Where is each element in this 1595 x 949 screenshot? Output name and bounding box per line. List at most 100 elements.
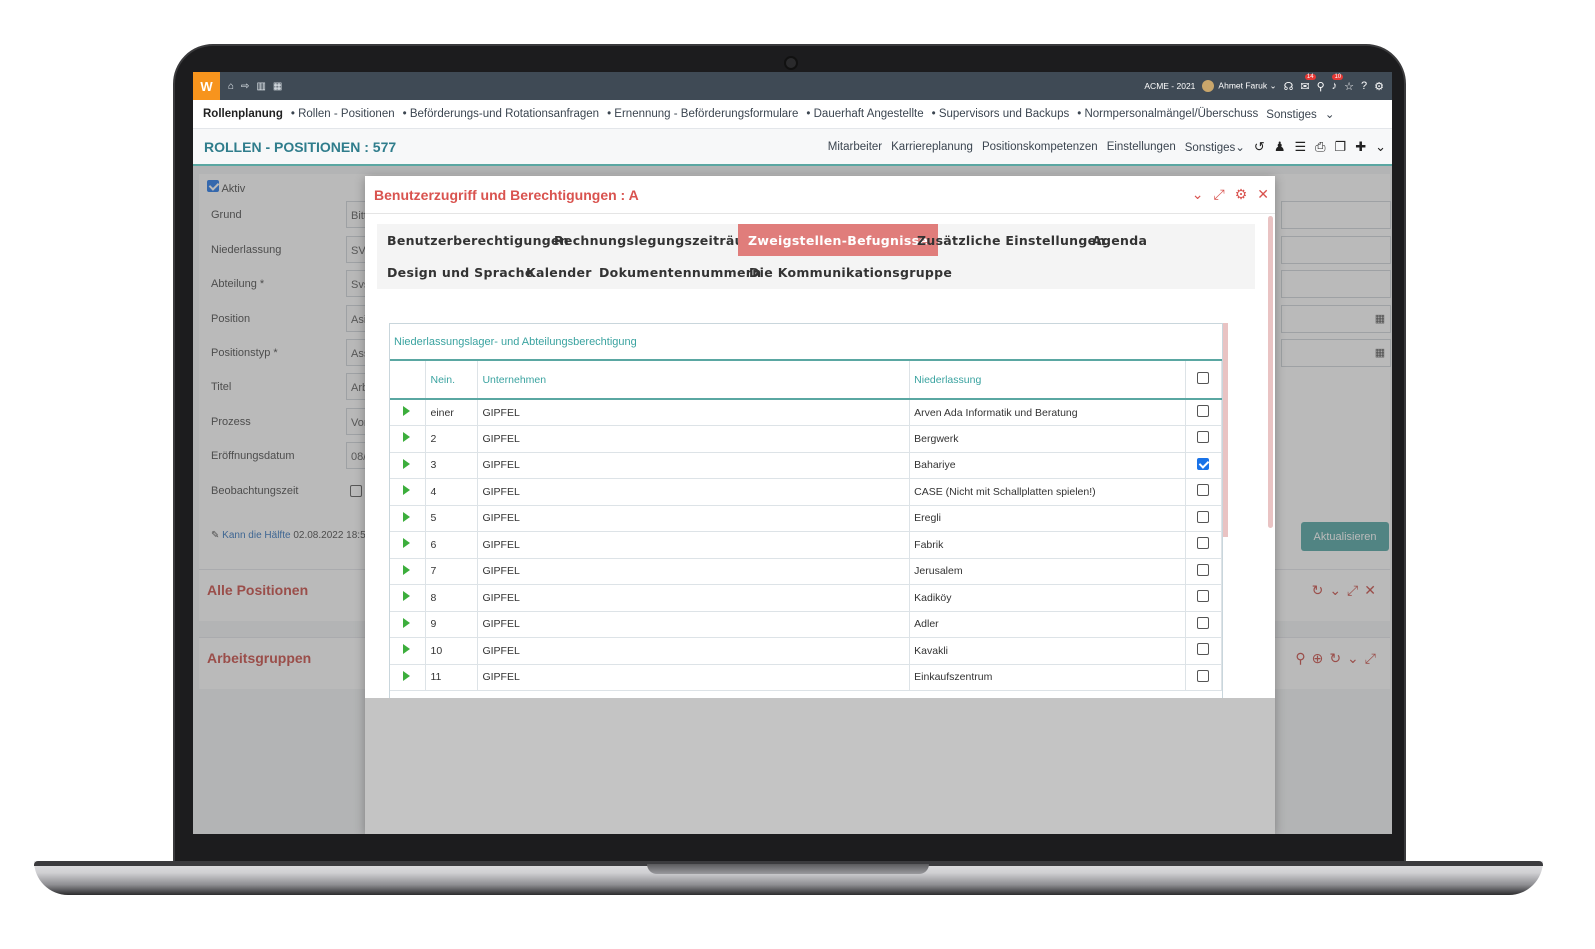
expand-cell[interactable]: [390, 425, 427, 453]
headset-icon[interactable]: ☊: [1284, 80, 1294, 93]
expand-row-icon[interactable]: [403, 644, 410, 655]
nav-item-sonstiges[interactable]: Sonstiges ⌄: [1266, 107, 1334, 121]
screen: W ⌂ ⇨ ▥ ▦ ACME - 2021 Ahmet Faruk ⌄ ☊ ✉ 1…: [193, 72, 1392, 834]
expand-cell[interactable]: [390, 478, 427, 506]
gear-icon[interactable]: ⚙: [1235, 186, 1248, 203]
table-row[interactable]: 6 GIPFEL Fabrik: [390, 531, 1222, 559]
nav-item-befoerderungsanfragen[interactable]: • Beförderungs-und Rotationsanfragen: [403, 108, 599, 120]
row-no: 8: [425, 584, 479, 612]
table-row[interactable]: 4 GIPFEL CASE (Nicht mit Schallplatten spi…: [390, 478, 1222, 506]
row-checkbox[interactable]: [1197, 643, 1210, 656]
table-row[interactable]: 7 GIPFEL Jerusalem: [390, 558, 1222, 585]
row-checkbox[interactable]: [1197, 669, 1210, 682]
row-checkbox[interactable]: [1197, 510, 1210, 523]
table-row[interactable]: 3 GIPFEL Bahariye: [390, 452, 1222, 479]
select-all-checkbox[interactable]: [1197, 372, 1210, 384]
table-row[interactable]: 10 GIPFEL Kavakli: [390, 637, 1222, 665]
list-icon[interactable]: ☰: [1294, 139, 1306, 155]
close-icon[interactable]: ✕: [1257, 186, 1269, 203]
modal-scrollbar[interactable]: [1268, 216, 1273, 528]
expand-row-icon[interactable]: [403, 564, 410, 575]
copy-icon[interactable]: ❐: [1335, 139, 1347, 155]
collapse-icon[interactable]: ⌄: [1192, 186, 1204, 203]
help-icon[interactable]: ?: [1361, 80, 1367, 92]
app-logo[interactable]: W: [193, 72, 220, 100]
expand-cell[interactable]: [390, 531, 427, 559]
expand-row-icon[interactable]: [403, 458, 410, 469]
table-row[interactable]: 8 GIPFEL Kadiköy: [390, 584, 1222, 612]
nav-item-rollenplanung[interactable]: Rollenplanung: [203, 108, 283, 120]
expand-cell[interactable]: [390, 452, 427, 479]
row-branch: Bergwerk: [909, 425, 1186, 453]
link-mitarbeiter[interactable]: Mitarbeiter: [828, 141, 882, 153]
link-sonstiges[interactable]: Sonstiges⌄: [1185, 140, 1245, 154]
row-select: [1185, 611, 1222, 638]
company-selector[interactable]: ACME - 2021: [1144, 81, 1195, 91]
chevron-down-icon[interactable]: ⌄: [1375, 139, 1386, 155]
col-branch[interactable]: Niederlassung: [909, 361, 1186, 400]
expand-row-icon[interactable]: [403, 591, 410, 602]
row-checkbox[interactable]: [1197, 590, 1210, 603]
bell-icon[interactable]: ♟: [1274, 139, 1286, 155]
link-positionskompetenzen[interactable]: Positionskompetenzen: [982, 141, 1098, 153]
row-checkbox[interactable]: [1197, 431, 1210, 444]
table-row[interactable]: 2 GIPFEL Bergwerk: [390, 425, 1222, 453]
row-branch: Fabrik: [909, 531, 1186, 559]
expand-cell[interactable]: [390, 664, 427, 691]
col-company[interactable]: Unternehmen: [477, 361, 911, 400]
chart-icon[interactable]: ▥: [256, 81, 265, 92]
row-checkbox[interactable]: [1197, 616, 1210, 629]
add-icon[interactable]: ✚: [1355, 139, 1366, 155]
expand-cell[interactable]: [390, 505, 427, 532]
expand-cell[interactable]: [390, 637, 427, 665]
expand-row-icon[interactable]: [403, 670, 410, 681]
chat-icon[interactable]: ✉ 14: [1300, 73, 1316, 93]
nav-item-ernennung[interactable]: • Ernennung - Beförderungsformulare: [607, 108, 798, 120]
row-checkbox[interactable]: [1197, 405, 1210, 417]
expand-icon[interactable]: ⤢: [1214, 186, 1225, 203]
link-einstellungen[interactable]: Einstellungen: [1107, 141, 1176, 153]
calendar-icon[interactable]: ▦: [273, 81, 282, 92]
settings-icon[interactable]: ⚙: [1374, 80, 1384, 93]
table-row[interactable]: 9 GIPFEL Adler: [390, 611, 1222, 638]
row-checkbox[interactable]: [1197, 457, 1210, 470]
bell-icon[interactable]: ♪ 10: [1332, 74, 1344, 92]
expand-cell[interactable]: [390, 584, 427, 612]
history-icon[interactable]: ↺: [1254, 139, 1265, 155]
expand-row-icon[interactable]: [403, 432, 410, 443]
table-row[interactable]: einer GIPFEL Arven Ada Informatik und Bera…: [390, 399, 1222, 426]
star-icon[interactable]: ☆: [1344, 80, 1354, 93]
user-menu[interactable]: Ahmet Faruk ⌄: [1202, 80, 1277, 92]
nav-item-rollen-positionen[interactable]: • Rollen - Positionen: [291, 108, 395, 120]
row-checkbox[interactable]: [1197, 484, 1210, 497]
row-checkbox[interactable]: [1197, 563, 1210, 576]
expand-row-icon[interactable]: [403, 617, 410, 628]
expand-row-icon[interactable]: [403, 511, 410, 522]
table-row[interactable]: 5 GIPFEL Eregli: [390, 505, 1222, 532]
home-icon[interactable]: ⌂: [228, 81, 234, 92]
expand-cell[interactable]: [390, 558, 427, 585]
table-row[interactable]: 11 GIPFEL Einkaufszentrum: [390, 664, 1222, 691]
col-no[interactable]: Nein.: [425, 361, 479, 400]
expand-cell[interactable]: [390, 611, 427, 638]
tab-kommunikationsgruppe[interactable]: Die Kommunikationsgruppe: [739, 256, 962, 288]
col-expand: [390, 361, 427, 400]
search-icon[interactable]: ⚲: [1317, 80, 1325, 93]
expand-row-icon[interactable]: [403, 485, 410, 496]
share-icon[interactable]: ⇨: [241, 81, 249, 92]
panel-title: Niederlassungslager- und Abteilungsberec…: [390, 324, 1222, 361]
nav-item-supervisors[interactable]: • Supervisors und Backups: [932, 108, 1070, 120]
link-karriereplanung[interactable]: Karriereplanung: [891, 141, 973, 153]
expand-row-icon[interactable]: [403, 406, 410, 416]
nav-item-dauerhaft[interactable]: • Dauerhaft Angestellte: [806, 108, 923, 120]
branch-table: Nein. Unternehmen Niederlassung einer GIP…: [390, 361, 1222, 691]
tab-agenda[interactable]: Agenda: [1082, 224, 1157, 256]
col-select-all: [1185, 361, 1222, 400]
expand-row-icon[interactable]: [403, 538, 410, 549]
nav-item-normpersonal[interactable]: • Normpersonalmängel/Überschuss: [1077, 108, 1258, 120]
print-icon[interactable]: ⎙: [1315, 139, 1325, 155]
table-scrollbar[interactable]: [1223, 323, 1228, 537]
row-company: GIPFEL: [477, 505, 911, 532]
row-checkbox[interactable]: [1197, 537, 1210, 550]
expand-cell[interactable]: [390, 399, 427, 426]
